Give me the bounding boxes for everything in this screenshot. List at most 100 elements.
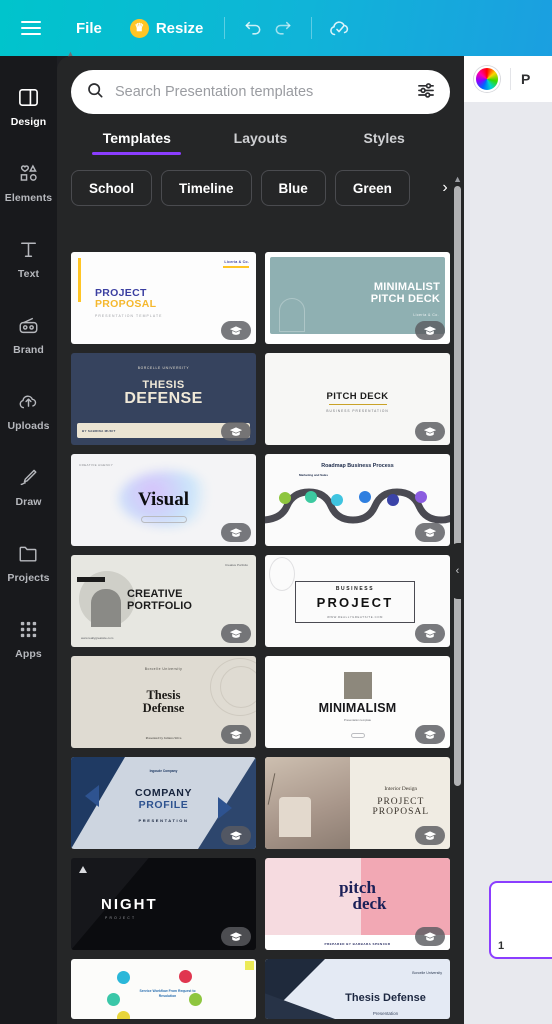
tab-templates[interactable]: Templates <box>75 130 199 155</box>
template-subtitle: Liceria & Co. <box>413 313 439 317</box>
chip-timeline[interactable]: Timeline <box>161 170 252 206</box>
template-brand: Creative Portfolio <box>224 563 248 567</box>
sidebar-item-uploads[interactable]: Uploads <box>0 372 57 448</box>
filter-sliders-icon[interactable] <box>416 80 436 105</box>
graduation-cap-icon <box>221 927 251 946</box>
template-title: PITCH DECK <box>326 391 389 402</box>
editor-toolbar-divider <box>510 68 511 90</box>
template-card[interactable]: BORCELLE UNIVERSITY THESIS DEFENSE BY SAB… <box>71 353 256 445</box>
template-title: THESIS DEFENSE <box>124 379 203 407</box>
graduation-cap-icon <box>221 624 251 643</box>
text-icon <box>17 236 40 262</box>
template-title: PROJECT PROPOSAL <box>95 287 157 311</box>
color-wheel-icon[interactable] <box>474 66 500 92</box>
template-subtitle: PRESENTATION TEMPLATE <box>95 314 163 318</box>
template-card[interactable]: MINIMALIST PITCH DECK Liceria & Co. <box>265 252 450 344</box>
sidebar-item-apps[interactable]: Apps <box>0 600 57 676</box>
template-title: Service Workflow From Request to Resolut… <box>139 989 196 998</box>
sidebar-item-design[interactable]: Design <box>0 68 57 144</box>
template-card[interactable]: Borcelle University Thesis Defense Presen… <box>71 656 256 748</box>
chip-blue[interactable]: Blue <box>260 170 326 206</box>
file-menu-button[interactable]: File <box>64 11 114 45</box>
template-brand: BORCELLE UNIVERSITY <box>137 366 190 370</box>
template-title: CREATIVE PORTFOLIO <box>127 588 193 612</box>
sidebar-item-draw[interactable]: Draw <box>0 448 57 524</box>
chip-green[interactable]: Green <box>334 170 410 206</box>
template-subtitle: BY SABRINA MUKIT <box>82 429 116 433</box>
template-card[interactable]: NIGHT PROJECT <box>71 858 256 950</box>
panel-header: Templates Layouts Styles <box>57 56 464 155</box>
chip-school[interactable]: School <box>71 170 153 206</box>
brand-icon <box>17 312 40 338</box>
sidebar-item-label: Apps <box>15 648 42 660</box>
editor-canvas-area: P 1 Notes <box>464 56 552 1024</box>
template-subtitle: www.reallygreatsite.com <box>81 636 114 640</box>
undo-icon[interactable] <box>238 11 268 45</box>
template-title: Roadmap Business Process <box>321 463 394 469</box>
template-title: PROJECT <box>316 595 394 610</box>
sidebar-item-label: Design <box>10 116 47 128</box>
graduation-cap-icon <box>415 321 445 340</box>
sidebar-item-text[interactable]: Text <box>0 220 57 296</box>
template-title: MINIMALISM <box>318 701 397 715</box>
sidebar-item-elements[interactable]: Elements <box>0 144 57 220</box>
template-subtitle: BUSINESS PRESENTATION <box>326 409 389 413</box>
resize-label: Resize <box>155 19 204 37</box>
template-card[interactable]: Borcelle University Thesis Defense Prese… <box>265 959 450 1019</box>
panel-tabs: Templates Layouts Styles <box>71 130 450 155</box>
templates-panel: Templates Layouts Styles School Timeline… <box>57 56 465 1024</box>
template-brand: Borcelle University <box>412 971 442 975</box>
search-input[interactable] <box>115 84 406 100</box>
left-sidebar-rail: ▲ Design Elements Text Brand Uploads Dra… <box>0 50 75 1024</box>
templates-grid: Liceria & Co. PROJECT PROPOSAL PRESENTATI… <box>71 252 450 1019</box>
sidebar-item-brand[interactable]: Brand <box>0 296 57 372</box>
template-card[interactable]: Liceria & Co. PROJECT PROPOSAL PRESENTATI… <box>71 252 256 344</box>
folder-icon <box>17 540 40 566</box>
uploads-icon <box>17 388 40 414</box>
toolbar-divider-2 <box>311 17 313 39</box>
slide-thumbnail-1[interactable]: 1 <box>489 881 552 959</box>
template-card[interactable]: BUSINESS PROJECT WWW.REALLYGREATSITE.COM <box>265 555 450 647</box>
template-card[interactable]: PITCH DECK BUSINESS PRESENTATION <box>265 353 450 445</box>
redo-icon[interactable] <box>268 11 298 45</box>
template-title: COMPANY PROFILE <box>134 787 193 812</box>
panel-collapse-button[interactable]: ‹ <box>450 543 465 599</box>
panel-scroll-up-icon[interactable]: ▲ <box>453 174 462 184</box>
template-card[interactable]: Interior Design PROJECT PROPOSAL <box>265 757 450 849</box>
graduation-cap-icon <box>221 523 251 542</box>
canva-editor-window: File ♛ Resize ▲ Design Elements Text Bra… <box>0 0 552 1024</box>
hamburger-icon[interactable] <box>14 11 48 45</box>
graduation-cap-icon <box>415 725 445 744</box>
sidebar-item-label: Uploads <box>7 420 50 432</box>
sidebar-item-label: Draw <box>15 496 42 508</box>
template-card[interactable]: Roadmap Business Process Marketing and S… <box>265 454 450 546</box>
tab-layouts[interactable]: Layouts <box>199 130 323 155</box>
template-card[interactable]: CREATIVE AGENCY Visual <box>71 454 256 546</box>
template-card[interactable]: Service Workflow From Request to Resolut… <box>71 959 256 1019</box>
panel-scrollbar[interactable] <box>454 186 461 786</box>
graduation-cap-icon <box>221 826 251 845</box>
graduation-cap-icon <box>415 826 445 845</box>
template-card[interactable]: Ingoude Company COMPANY PROFILE PRESENTAT… <box>71 757 256 849</box>
top-toolbar: File ♛ Resize <box>0 0 552 56</box>
template-brand: WWW.REALLYGREATSITE.COM <box>327 615 383 619</box>
sidebar-item-projects[interactable]: Projects <box>0 524 57 600</box>
template-card[interactable]: pitch deck PREPARED BY BARBARA SPENCER <box>265 858 450 950</box>
template-card[interactable]: CREATIVE PORTFOLIO Creative Portfolio www… <box>71 555 256 647</box>
templates-grid-scroll[interactable]: Liceria & Co. PROJECT PROPOSAL PRESENTATI… <box>57 252 464 1024</box>
cloud-check-icon[interactable] <box>325 11 355 45</box>
draw-icon <box>17 464 40 490</box>
design-icon <box>17 84 40 110</box>
template-title: pitch deck <box>339 878 387 914</box>
editor-toolbar-label[interactable]: P <box>521 71 530 87</box>
toolbar-divider-1 <box>224 17 226 39</box>
sidebar-item-label: Elements <box>4 192 53 204</box>
template-brand: Borcelle University <box>144 667 183 671</box>
search-bar[interactable] <box>71 70 450 114</box>
graduation-cap-icon <box>221 725 251 744</box>
elements-icon <box>17 160 40 186</box>
resize-button[interactable]: ♛ Resize <box>122 11 212 45</box>
template-card[interactable]: MINIMALISM Presentation template <box>265 656 450 748</box>
tab-styles[interactable]: Styles <box>322 130 446 155</box>
graduation-cap-icon <box>415 624 445 643</box>
